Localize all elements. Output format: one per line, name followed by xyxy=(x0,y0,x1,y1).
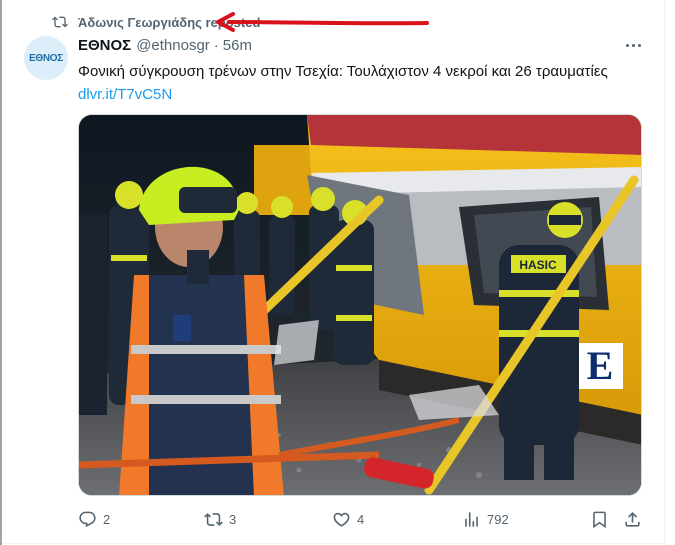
repost-count: 3 xyxy=(229,512,237,527)
share-icon xyxy=(625,512,640,527)
like-count: 4 xyxy=(357,512,365,527)
heart-icon xyxy=(333,512,350,527)
bookmark-icon xyxy=(593,511,606,529)
avatar-logo-text: ΕΘΝΟΣ xyxy=(29,52,63,64)
hasic-vest-label: HASIC xyxy=(519,258,557,272)
views-button[interactable]: 792 xyxy=(462,510,509,529)
timeline-left-border xyxy=(0,0,2,545)
tweet-body: Φονική σύγκρουση τρένων στην Τσεχία: Του… xyxy=(78,63,608,80)
tweet-text: Φονική σύγκρουση τρένων στην Τσεχία: Του… xyxy=(78,60,618,106)
annotation-arrow xyxy=(216,12,429,32)
reply-button[interactable]: 2 xyxy=(78,510,110,529)
reply-count: 2 xyxy=(103,512,111,527)
like-button[interactable]: 4 xyxy=(332,510,364,529)
author-handle[interactable]: @ethnosgr xyxy=(136,37,210,54)
views-chart-icon xyxy=(465,512,478,527)
repost-icon xyxy=(52,16,68,28)
author-avatar[interactable]: ΕΘΝΟΣ xyxy=(24,36,68,80)
timeline-right-border xyxy=(664,0,665,545)
bookmark-button[interactable] xyxy=(590,510,609,529)
repost-button[interactable]: 3 xyxy=(204,510,236,529)
tweet-divider xyxy=(2,543,664,544)
tweet-link[interactable]: dlvr.it/T7vC5N xyxy=(78,86,172,103)
share-button[interactable] xyxy=(623,510,642,529)
ethnos-logo-letter: E xyxy=(587,343,614,388)
more-options-button[interactable] xyxy=(620,36,646,54)
more-dot-icon xyxy=(625,43,629,47)
tweet-actions: 2 3 4 792 xyxy=(78,510,646,532)
train-collision-photo: E HASIC xyxy=(79,115,641,495)
tweet-header: ΕΘΝΟΣ @ethnosgr · 56m xyxy=(78,37,252,54)
tweet-timestamp[interactable]: 56m xyxy=(223,37,252,54)
tweet-media-photo[interactable]: E HASIC xyxy=(78,114,642,496)
repost-action-icon xyxy=(204,513,223,526)
header-separator: · xyxy=(213,37,219,54)
reply-icon xyxy=(79,511,96,528)
views-count: 792 xyxy=(487,512,509,527)
author-name[interactable]: ΕΘΝΟΣ xyxy=(78,37,131,54)
